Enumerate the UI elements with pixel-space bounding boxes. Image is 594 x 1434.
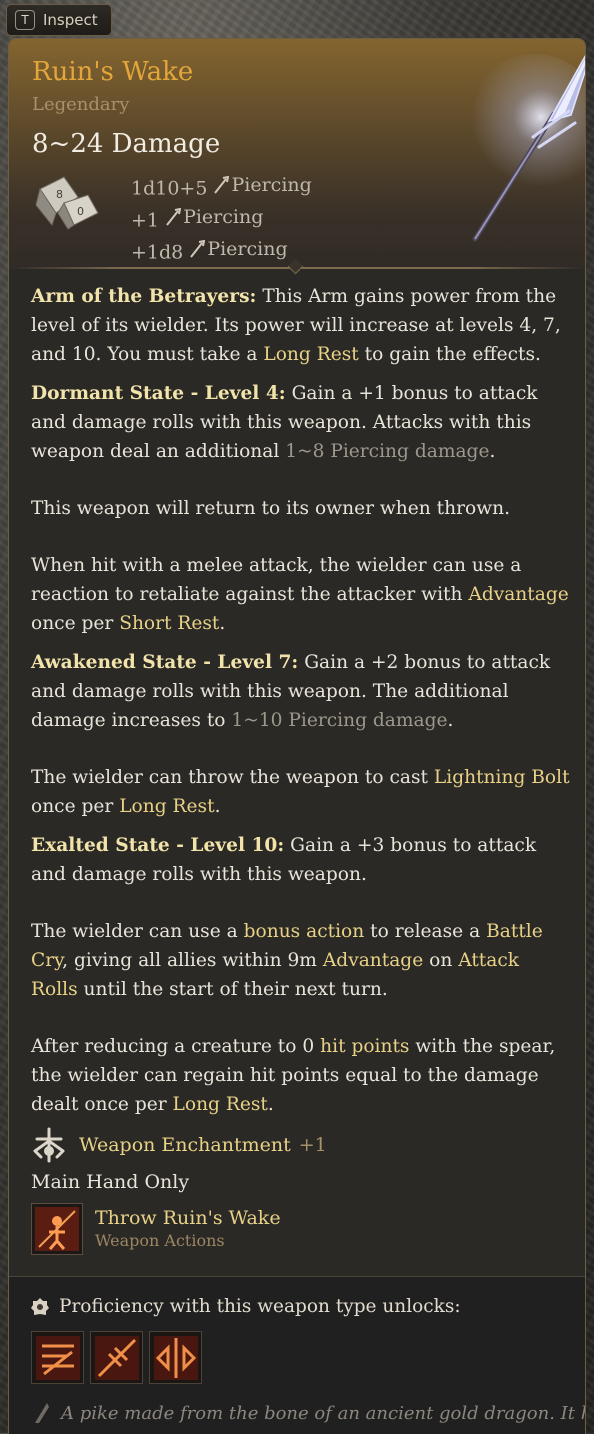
keyword-short-rest[interactable]: Short Rest bbox=[119, 613, 219, 634]
weapon-enchantment[interactable]: Weapon Enchantment +1 bbox=[31, 1127, 327, 1163]
flavor-text: A pike made from the bone of an ancient … bbox=[61, 1402, 586, 1424]
damage-line: +1 Piercing bbox=[131, 203, 312, 235]
property-title: Dormant State - Level 4: bbox=[31, 383, 286, 404]
description-text: on bbox=[423, 950, 459, 971]
description-text: After reducing a creature to 0 bbox=[31, 1036, 321, 1057]
description-text: The wielder can throw the weapon to cast bbox=[31, 767, 434, 788]
damage-total: 8~24 Damage bbox=[32, 129, 221, 159]
keybind-badge: T bbox=[15, 10, 35, 30]
item-name: Ruin's Wake bbox=[32, 57, 194, 87]
main-hand-restriction: Main Hand Only bbox=[31, 1171, 190, 1193]
description-text: once per bbox=[31, 613, 120, 634]
item-tooltip: Ruin's Wake Legendary 8~24 Damage 8 0 1d… bbox=[8, 38, 586, 1434]
enchantment-bonus: +1 bbox=[298, 1134, 327, 1156]
description-text: The wielder can use a bbox=[31, 921, 244, 942]
svg-text:8: 8 bbox=[56, 188, 63, 201]
keyword-long-rest[interactable]: Long Rest bbox=[263, 344, 358, 365]
proficiency-header: Proficiency with this weapon type unlock… bbox=[31, 1296, 461, 1317]
description-text: . bbox=[219, 613, 226, 634]
damage-line: +1d8 Piercing bbox=[131, 235, 312, 267]
damage-amount: +1 bbox=[131, 209, 160, 231]
piercing-icon bbox=[166, 208, 182, 226]
description-paragraph: Exalted State - Level 10: Gain a +3 bonu… bbox=[31, 831, 571, 889]
weapon-action-icon[interactable] bbox=[31, 1331, 84, 1384]
action-name: Throw Ruin's Wake bbox=[95, 1207, 281, 1229]
inspect-label: Inspect bbox=[43, 11, 98, 29]
description-text: . bbox=[489, 441, 496, 462]
description-text: once per bbox=[31, 796, 120, 817]
damage-reference: 1~10 Piercing damage bbox=[231, 710, 448, 731]
property-title: Arm of the Betrayers: bbox=[31, 286, 257, 307]
description-text: to gain the effects. bbox=[358, 344, 541, 365]
spear-image bbox=[464, 54, 585, 242]
piercing-icon bbox=[190, 239, 206, 258]
weapon-action-icon[interactable] bbox=[149, 1331, 202, 1384]
keyword-lightning-bolt[interactable]: Lightning Bolt bbox=[434, 767, 570, 788]
description-text: . bbox=[214, 796, 221, 817]
description-text: . bbox=[267, 1094, 274, 1115]
piercing-icon bbox=[214, 176, 230, 194]
inspect-tab[interactable]: T Inspect bbox=[6, 4, 112, 36]
description-text: . bbox=[447, 710, 454, 731]
action-category: Weapon Actions bbox=[95, 1231, 225, 1250]
enchantment-label: Weapon Enchantment bbox=[79, 1134, 291, 1156]
property-title: Exalted State - Level 10: bbox=[31, 835, 285, 856]
description-paragraph: This weapon will return to its owner whe… bbox=[31, 494, 571, 523]
proficiency-label: Proficiency with this weapon type unlock… bbox=[59, 1296, 461, 1317]
property-title: Awakened State - Level 7: bbox=[31, 652, 299, 673]
keyword-bonus-action[interactable]: bonus action bbox=[244, 921, 365, 942]
description-text: to release a bbox=[364, 921, 487, 942]
description-paragraph: Arm of the Betrayers: This Arm gains pow… bbox=[31, 282, 571, 369]
flavor-text-row: A pike made from the bone of an ancient … bbox=[31, 1401, 586, 1425]
damage-type: Piercing bbox=[207, 237, 288, 260]
keyword-long-rest[interactable]: Long Rest bbox=[173, 1094, 268, 1115]
description-text: When hit with a melee attack, the wielde… bbox=[31, 555, 522, 605]
keyword-hit-points[interactable]: hit points bbox=[320, 1036, 409, 1057]
proficiency-icon bbox=[31, 1297, 49, 1315]
keyword-long-rest[interactable]: Long Rest bbox=[119, 796, 214, 817]
damage-amount: 1d10+5 bbox=[131, 177, 208, 200]
quill-icon bbox=[35, 1403, 49, 1423]
description-text: , giving all allies within 9m bbox=[62, 950, 323, 971]
description-paragraph: The wielder can use a bonus action to re… bbox=[31, 917, 571, 1004]
description-text: until the start of their next turn. bbox=[77, 979, 388, 1000]
damage-amount: +1d8 bbox=[131, 240, 184, 263]
damage-type: Piercing bbox=[231, 174, 312, 196]
enchantment-icon bbox=[33, 1127, 65, 1163]
description-paragraph: Awakened State - Level 7: Gain a +2 bonu… bbox=[31, 648, 571, 735]
description-text: This weapon will return to its owner whe… bbox=[31, 498, 510, 519]
weapon-action-icon[interactable] bbox=[90, 1331, 143, 1384]
keyword-advantage[interactable]: Advantage bbox=[468, 584, 568, 605]
description-paragraph: When hit with a melee attack, the wielde… bbox=[31, 551, 571, 638]
dice-icon: 8 0 bbox=[35, 176, 99, 230]
description-paragraph: After reducing a creature to 0 hit point… bbox=[31, 1032, 571, 1119]
damage-type: Piercing bbox=[183, 205, 264, 228]
damage-reference: 1~8 Piercing damage bbox=[285, 441, 490, 462]
weapon-action[interactable]: Throw Ruin's Wake Weapon Actions bbox=[31, 1203, 281, 1255]
item-description: Arm of the Betrayers: This Arm gains pow… bbox=[31, 282, 571, 1119]
damage-line: 1d10+5 Piercing bbox=[131, 171, 312, 203]
proficiency-actions bbox=[31, 1331, 202, 1384]
description-paragraph: Dormant State - Level 4: Gain a +1 bonus… bbox=[31, 379, 571, 466]
throw-weapon-icon bbox=[31, 1203, 83, 1255]
damage-lines: 1d10+5 Piercing +1 Piercing +1d8 Piercin… bbox=[131, 171, 312, 266]
item-rarity: Legendary bbox=[32, 94, 130, 115]
keyword-advantage[interactable]: Advantage bbox=[323, 950, 423, 971]
description-paragraph: The wielder can throw the weapon to cast… bbox=[31, 763, 571, 821]
svg-text:0: 0 bbox=[77, 205, 84, 218]
